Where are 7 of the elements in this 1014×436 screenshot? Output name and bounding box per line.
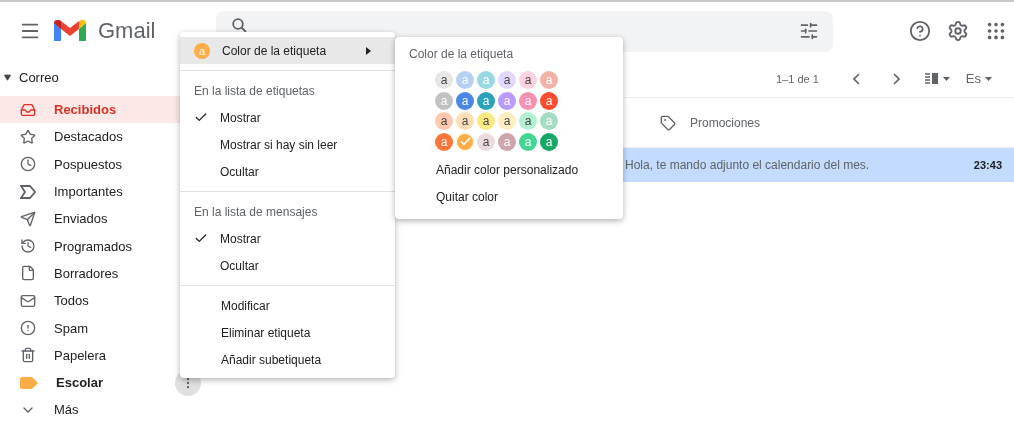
message-time: 23:43 bbox=[973, 159, 1002, 171]
menu-heading: En la lista de mensajes bbox=[193, 203, 319, 221]
color-badge: a bbox=[194, 42, 210, 59]
page-count: 1–1 de 1 bbox=[776, 72, 819, 85]
submenu-title: Color de la etiqueta bbox=[408, 47, 515, 63]
message-snippet: Hola, te mando adjunto el calendario del mes. bbox=[625, 158, 870, 172]
app-name: Gmail bbox=[98, 18, 156, 44]
